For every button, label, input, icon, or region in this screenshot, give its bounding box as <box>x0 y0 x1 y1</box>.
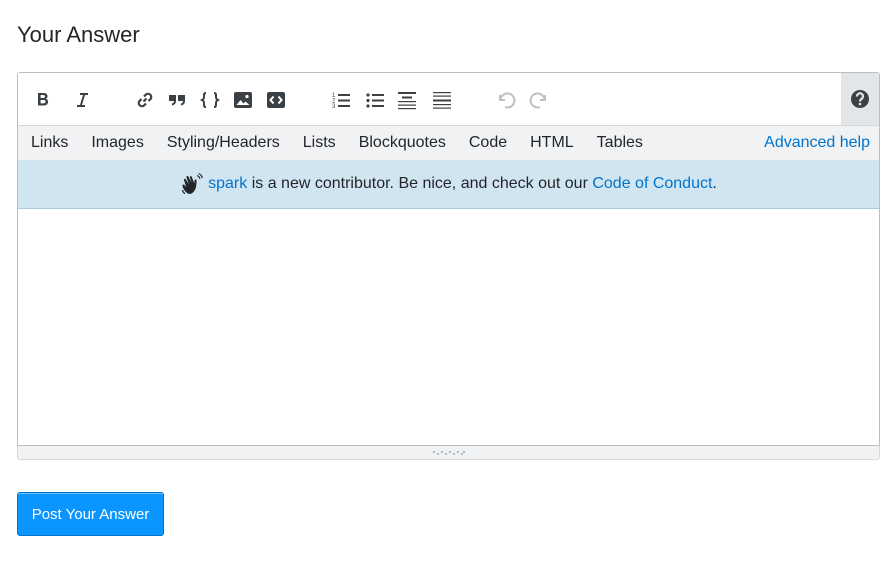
help-tab-tables[interactable]: Tables <box>585 126 654 160</box>
horizontal-rule-button[interactable] <box>429 87 455 113</box>
link-button[interactable] <box>132 87 158 113</box>
help-tab-code[interactable]: Code <box>457 126 518 160</box>
heading-button[interactable] <box>394 87 420 113</box>
heading-icon <box>398 92 416 110</box>
bulleted-list-button[interactable] <box>362 87 388 113</box>
help-tab-images[interactable]: Images <box>80 126 155 160</box>
italic-icon <box>77 93 88 107</box>
editor-toolbar: 123 <box>18 73 879 126</box>
notice-end: . <box>712 175 717 192</box>
page-title: Your Answer <box>17 22 140 47</box>
undo-button[interactable] <box>493 87 519 113</box>
blockquote-button[interactable] <box>164 87 190 113</box>
redo-icon <box>529 92 546 109</box>
help-button[interactable] <box>841 73 879 125</box>
new-contributor-notice: spark is a new contributor. Be nice, and… <box>18 160 879 209</box>
italic-button[interactable] <box>69 87 95 113</box>
advanced-help-link[interactable]: Advanced help <box>764 126 870 160</box>
grip-dots-icon <box>432 450 465 455</box>
ordered-list-button[interactable]: 123 <box>328 87 354 113</box>
horizontal-rule-icon <box>433 92 451 109</box>
svg-text:3: 3 <box>332 104 336 110</box>
help-tab-blockquotes[interactable]: Blockquotes <box>347 126 457 160</box>
undo-icon <box>499 92 516 109</box>
snippet-icon <box>267 92 285 108</box>
help-tab-styling-headers[interactable]: Styling/Headers <box>155 126 291 160</box>
code-button[interactable] <box>197 87 223 113</box>
help-icon <box>851 90 869 108</box>
image-button[interactable] <box>230 87 256 113</box>
bulleted-list-icon <box>366 93 384 108</box>
code-of-conduct-link[interactable]: Code of Conduct <box>592 175 712 193</box>
answer-textarea[interactable] <box>18 209 879 444</box>
resize-grip[interactable] <box>17 446 880 460</box>
image-icon <box>234 92 252 108</box>
help-tab-html[interactable]: HTML <box>519 126 586 160</box>
help-tab-lists[interactable]: Lists <box>291 126 347 160</box>
redo-button[interactable] <box>526 87 552 113</box>
link-icon <box>137 92 153 108</box>
blockquote-icon <box>169 95 185 106</box>
post-answer-button[interactable]: Post Your Answer <box>17 492 164 536</box>
help-tabs-bar: Links Images Styling/Headers Lists Block… <box>18 126 879 160</box>
waving-hand-icon <box>182 172 204 195</box>
bold-icon <box>38 93 49 106</box>
ordered-list-icon: 123 <box>332 93 350 110</box>
code-icon <box>200 92 220 108</box>
help-tab-links[interactable]: Links <box>18 126 80 160</box>
notice-text: is a new contributor. Be nice, and check… <box>247 175 593 192</box>
snippet-button[interactable] <box>263 87 289 113</box>
answer-editor: 123 Links Images Styling/Headers Lists B… <box>17 72 880 446</box>
contributor-user-link[interactable]: spark <box>208 175 247 193</box>
bold-button[interactable] <box>30 87 56 113</box>
